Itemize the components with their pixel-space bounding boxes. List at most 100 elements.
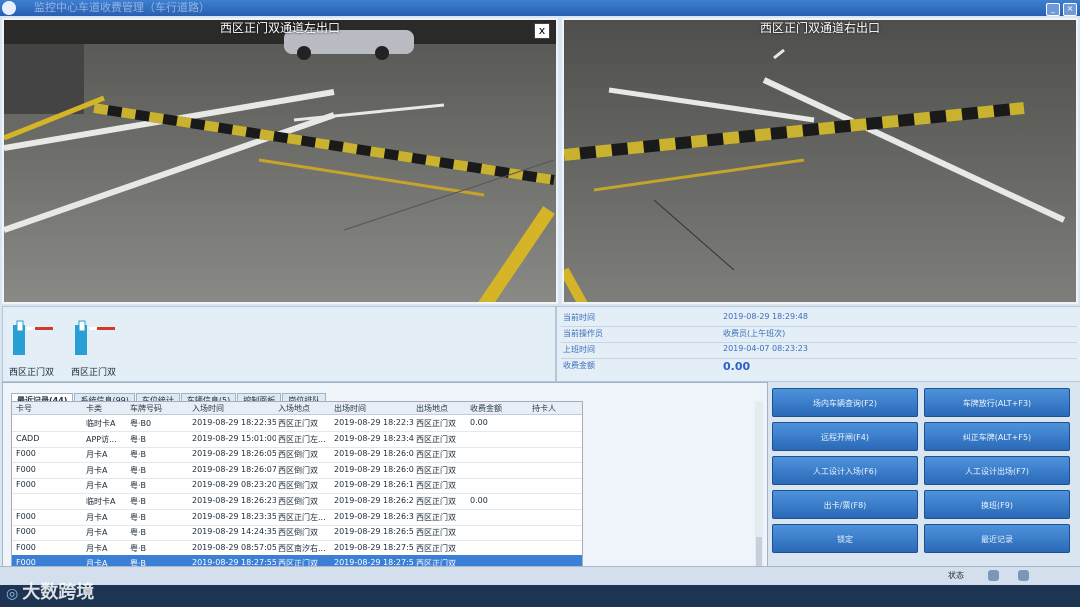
- cell-out-time: 2019-08-29 18:26:05: [334, 449, 414, 459]
- records-tabs: 最近记录(44)系统信息(99)车位统计车辆信息(5)控制面板岗位排队: [11, 388, 327, 407]
- tray-icon[interactable]: [988, 570, 999, 581]
- info-value: 2019-08-29 18:29:48: [723, 312, 808, 321]
- remote-open-gate-button[interactable]: 远程开闸(F4): [772, 422, 918, 451]
- table-row[interactable]: F000 月卡A 粤·B 2019-08-29 18:26:07 西区倒门双 2019-0…: [12, 462, 582, 479]
- info-key: 上班时间: [563, 345, 595, 354]
- cell-in-time: 2019-08-29 18:26:23: [192, 496, 276, 505]
- cell-card: F000: [16, 449, 36, 459]
- minimize-icon[interactable]: _: [1046, 3, 1060, 16]
- column-header[interactable]: 收费金额: [470, 403, 502, 414]
- info-key: 当前操作员: [563, 329, 603, 338]
- cell-plate: 粤·B: [130, 481, 147, 491]
- column-header[interactable]: 卡类: [86, 403, 102, 414]
- gate-status-panel: 西区正门双 西区正门双: [2, 306, 556, 382]
- cell-card: F000: [16, 464, 36, 474]
- cell-type: APP访...: [86, 434, 117, 444]
- cell-in-time: 2019-08-29 18:26:07: [192, 464, 276, 474]
- camera-close-button[interactable]: x: [534, 23, 550, 39]
- table-row[interactable]: 临时卡A 粤·B0 2019-08-29 18:22:35 西区正门双 2019-08-…: [12, 415, 582, 432]
- cell-in-place: 西区正门左...: [278, 434, 326, 444]
- cell-out-place: 西区正门双: [416, 450, 456, 460]
- watermark-logo-icon: ◎: [6, 586, 19, 602]
- cell-out-time: 2019-08-29 18:22:35: [334, 418, 414, 427]
- scrollbar-thumb[interactable]: [756, 537, 762, 567]
- gate-item[interactable]: 西区正门双: [71, 315, 131, 378]
- info-value: 2019-04-07 08:23:23: [723, 344, 808, 353]
- manual-entry-button[interactable]: 人工设计入场(F6): [772, 456, 918, 485]
- cell-plate: 粤·B: [130, 543, 147, 553]
- cell-out-place: 西区正门双: [416, 528, 456, 538]
- column-header[interactable]: 出场地点: [416, 403, 448, 414]
- table-row[interactable]: 临时卡A 粤·B 2019-08-29 18:26:23 西区倒门双 2019-08-2…: [12, 493, 582, 510]
- records-scrollbar[interactable]: [755, 401, 763, 571]
- cell-out-place: 西区正门双: [416, 543, 456, 553]
- cell-card: CADD: [16, 433, 40, 443]
- cell-type: 月卡A: [86, 528, 108, 538]
- info-row-current-time: 当前时间 2019-08-29 18:29:48: [561, 312, 1077, 327]
- cell-type: 月卡A: [86, 450, 108, 460]
- table-row[interactable]: F000 月卡A 粤·B 2019-08-29 18:26:05 西区倒门双 2019-0…: [12, 446, 582, 464]
- cell-in-place: 西区倒门双: [278, 450, 318, 460]
- cell-plate: 粤·B: [130, 512, 147, 522]
- cell-out-time: 2019-08-29 18:26:07: [334, 464, 414, 474]
- cell-out-time: 2019-08-29 18:27:55: [334, 542, 414, 552]
- cell-in-time: 2019-08-29 14:24:35: [192, 527, 276, 537]
- table-row[interactable]: F000 月卡A 粤·B 2019-08-29 08:57:05 西区南汐右... 201…: [12, 540, 582, 557]
- cell-out-time: 2019-08-29 18:26:55: [334, 527, 414, 537]
- barrier-gate-icon: [13, 320, 53, 355]
- parking-app-window: 监控中心车道收费管理（车行道路） _ × 西区正门双通道左出口 x 西区正门双通…: [0, 0, 1080, 607]
- manual-exit-button[interactable]: 人工设计出场(F7): [924, 456, 1070, 485]
- status-bar: 状态: [0, 566, 1080, 585]
- watermark: ◎ 大数跨境: [6, 582, 95, 603]
- cell-out-place: 西区正门双: [416, 434, 456, 444]
- tray-icon[interactable]: [1018, 570, 1029, 581]
- cell-in-place: 西区倒门双: [278, 481, 318, 491]
- cell-in-time: 2019-08-29 08:23:20: [192, 480, 276, 490]
- records-table: 卡号 卡类 车牌号码 入场时间 入场地点 出场时间 出场地点 收费金额 持卡人 …: [11, 401, 583, 573]
- cell-out-place: 西区正门双: [416, 497, 456, 506]
- camera-view-right-exit: 西区正门双通道右出口: [562, 18, 1078, 304]
- operator-info-panel: 当前时间 2019-08-29 18:29:48 当前操作员 收费员(上午班次)…: [556, 306, 1080, 382]
- info-key: 收费金额: [563, 361, 595, 370]
- info-row-shift-start: 上班时间 2019-04-07 08:23:23: [561, 344, 1077, 359]
- cell-plate: 粤·B: [130, 465, 147, 475]
- plate-release-button[interactable]: 车牌放行(ALT+F3): [924, 388, 1070, 417]
- column-header[interactable]: 入场时间: [192, 403, 224, 414]
- cell-plate: 粤·B: [130, 528, 147, 538]
- column-header[interactable]: 入场地点: [278, 403, 310, 414]
- column-header[interactable]: 出场时间: [334, 403, 366, 414]
- cell-in-time: 2019-08-29 08:57:05: [192, 542, 276, 552]
- app-logo-icon: [2, 1, 16, 15]
- table-header: 卡号 卡类 车牌号码 入场时间 入场地点 出场时间 出场地点 收费金额 持卡人: [12, 402, 582, 415]
- column-header[interactable]: 卡号: [16, 403, 32, 414]
- cell-plate: 粤·B0: [130, 419, 152, 428]
- column-header[interactable]: 车牌号码: [130, 403, 162, 414]
- screen-bezel: [0, 585, 1080, 607]
- issue-ticket-button[interactable]: 出卡/票(F8): [772, 490, 918, 519]
- cell-type: 临时卡A: [86, 497, 116, 506]
- cell-in-place: 西区正门左...: [278, 512, 326, 522]
- cell-card: F000: [16, 511, 36, 521]
- table-row[interactable]: F000 月卡A 粤·B 2019-08-29 18:23:35 西区正门左... 201…: [12, 509, 582, 526]
- column-header[interactable]: 持卡人: [532, 403, 556, 414]
- gate-label: 西区正门双: [9, 368, 55, 378]
- cell-fee: 0.00: [470, 496, 488, 505]
- camera-title-right: 西区正门双通道右出口: [759, 21, 880, 35]
- cell-card: F000: [16, 480, 36, 490]
- lock-button[interactable]: 锁定: [772, 524, 918, 553]
- fee-amount: 0.00: [723, 360, 751, 373]
- cell-out-time: 2019-08-29 18:26:10: [334, 480, 414, 490]
- close-window-icon[interactable]: ×: [1063, 3, 1077, 16]
- cell-plate: 粤·B: [130, 434, 147, 444]
- correct-plate-button[interactable]: 纠正车牌(ALT+F5): [924, 422, 1070, 451]
- recent-records-button[interactable]: 最近记录: [924, 524, 1070, 553]
- table-row[interactable]: F000 月卡A 粤·B 2019-08-29 14:24:35 西区倒门双 2019-0…: [12, 524, 582, 542]
- info-key: 当前时间: [563, 313, 595, 322]
- table-row[interactable]: F000 月卡A 粤·B 2019-08-29 08:23:20 西区倒门双 2019-0…: [12, 477, 582, 495]
- vehicle-query-button[interactable]: 场内车辆查询(F2): [772, 388, 918, 417]
- info-row-fee: 收费金额 0.00: [561, 360, 1077, 375]
- gate-item[interactable]: 西区正门双: [9, 315, 69, 378]
- cell-card: F000: [16, 527, 36, 537]
- table-row[interactable]: CADD APP访... 粤·B 2019-08-29 15:01:00 西区正门左..…: [12, 431, 582, 448]
- shift-change-button[interactable]: 换班(F9): [924, 490, 1070, 519]
